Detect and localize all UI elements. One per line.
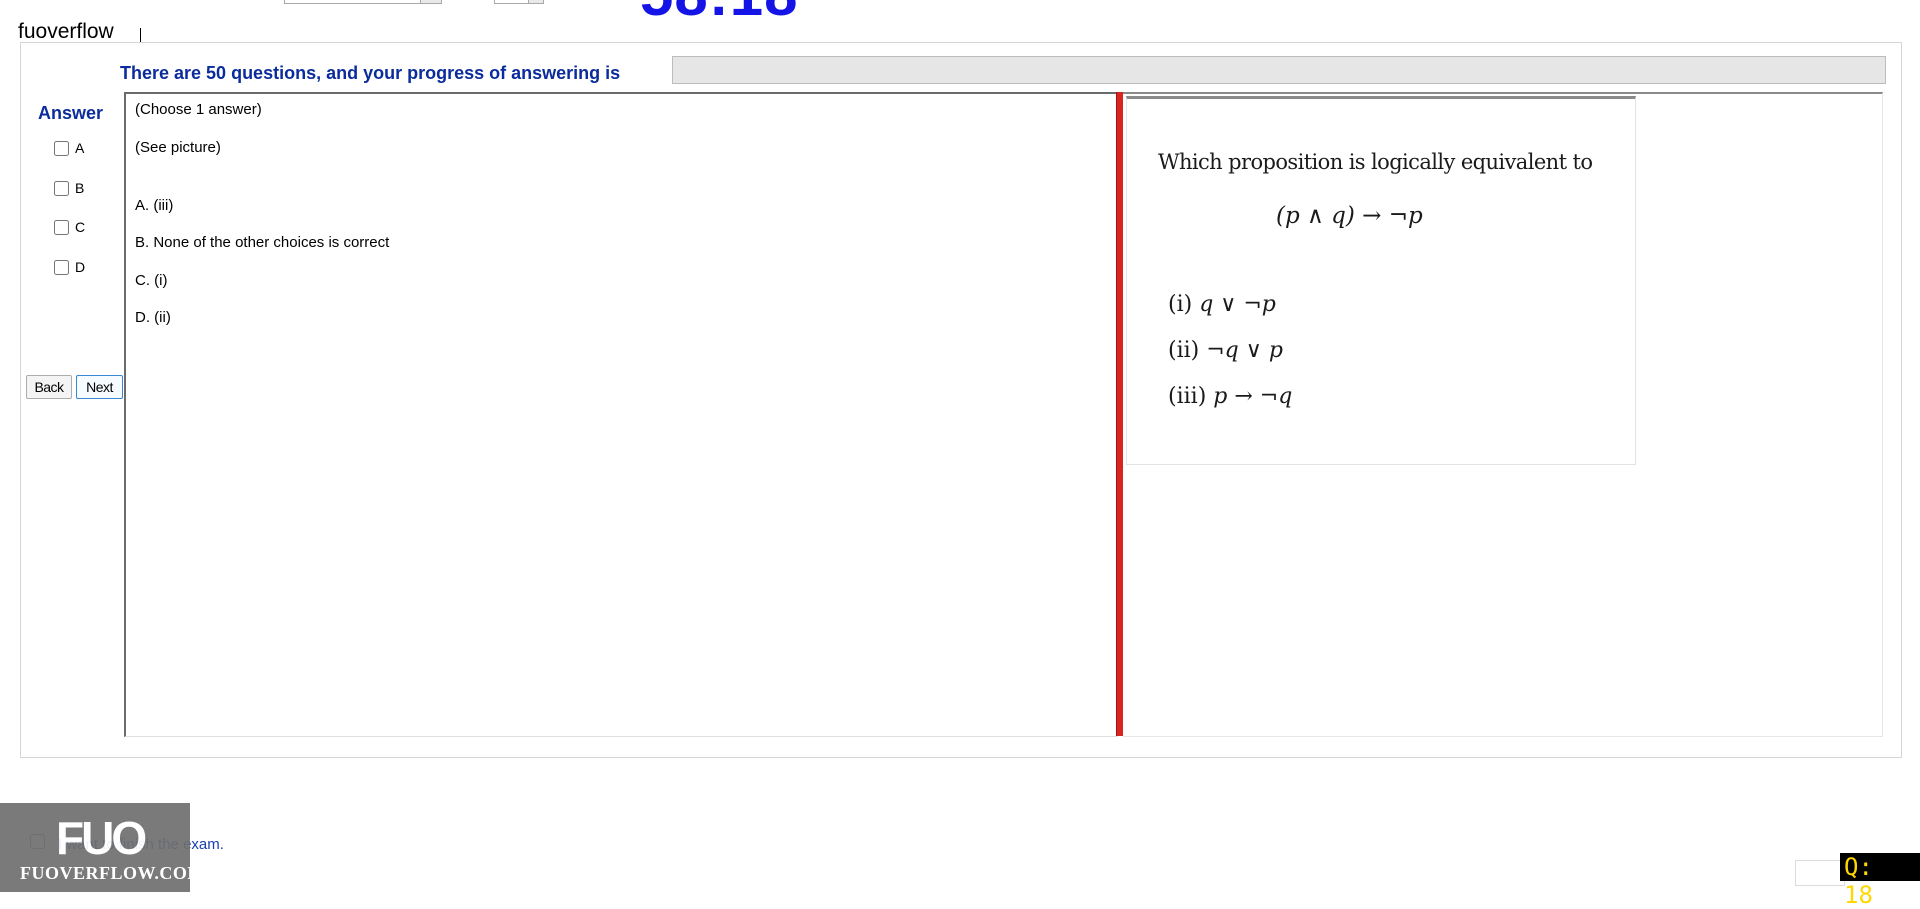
back-button[interactable]: Back bbox=[26, 375, 72, 399]
logo-mark: FUO bbox=[56, 812, 147, 864]
answer-option-c[interactable]: C bbox=[54, 218, 85, 236]
answer-option-label: C bbox=[75, 219, 86, 235]
next-button[interactable]: Next bbox=[76, 375, 123, 399]
exam-code-combobox[interactable] bbox=[284, 0, 442, 4]
picture-item-formula: q ∨ ¬p bbox=[1199, 292, 1276, 317]
picture-formula: (p ∧ q) → ¬p bbox=[1276, 203, 1423, 229]
choice-d: D. (ii) bbox=[135, 309, 171, 326]
choice-b: B. None of the other choices is correct bbox=[135, 234, 390, 251]
picture-item-ii: (ii) ¬q ∨ p bbox=[1168, 338, 1283, 363]
picture-question: Which proposition is logically equivalen… bbox=[1158, 150, 1593, 174]
watermark-logo: FUO FUOVERFLOW.COM bbox=[0, 803, 204, 892]
answer-option-label: A bbox=[75, 140, 85, 156]
answer-option-d[interactable]: D bbox=[54, 258, 85, 276]
picture-item-iii: (iii) p → ¬q bbox=[1168, 384, 1292, 409]
answer-option-b[interactable]: B bbox=[54, 179, 84, 197]
logo-text: FUOVERFLOW.COM bbox=[20, 863, 205, 883]
picture-item-formula: ¬q ∨ p bbox=[1206, 338, 1283, 363]
answer-checkbox-d[interactable] bbox=[54, 259, 69, 275]
picture-item-i: (i) q ∨ ¬p bbox=[1168, 292, 1276, 317]
answer-checkbox-c[interactable] bbox=[54, 219, 69, 235]
site-label: fuoverflow bbox=[18, 20, 114, 43]
combobox-dropdown-button[interactable] bbox=[420, 0, 441, 3]
question-counter: Q: 18 bbox=[1840, 853, 1920, 909]
choice-a: A. (iii) bbox=[135, 197, 174, 214]
picture-item-label: (iii) bbox=[1168, 384, 1207, 409]
spinner-button[interactable] bbox=[528, 0, 543, 3]
picture-item-formula: p → ¬q bbox=[1213, 384, 1293, 409]
question-text-panel[interactable] bbox=[124, 92, 1118, 737]
choice-c: C. (i) bbox=[135, 272, 168, 289]
answer-option-label: D bbox=[75, 259, 86, 275]
picture-item-label: (ii) bbox=[1168, 338, 1200, 363]
answer-checkbox-a[interactable] bbox=[54, 140, 69, 156]
answer-checkbox-b[interactable] bbox=[54, 180, 69, 196]
answer-title: Answer bbox=[38, 103, 104, 123]
countdown-timer: 58:18 bbox=[640, 0, 798, 29]
font-size-spinner[interactable] bbox=[494, 0, 544, 4]
answer-option-label: B bbox=[75, 180, 85, 196]
progress-label: There are 50 questions, and your progres… bbox=[120, 63, 621, 83]
question-instruction: (Choose 1 answer) bbox=[135, 101, 262, 118]
progress-bar bbox=[672, 56, 1886, 84]
picture-item-label: (i) bbox=[1168, 292, 1193, 317]
question-prompt: (See picture) bbox=[135, 139, 221, 156]
bottom-textbox[interactable] bbox=[1795, 860, 1845, 886]
answer-option-a[interactable]: A bbox=[54, 139, 84, 157]
